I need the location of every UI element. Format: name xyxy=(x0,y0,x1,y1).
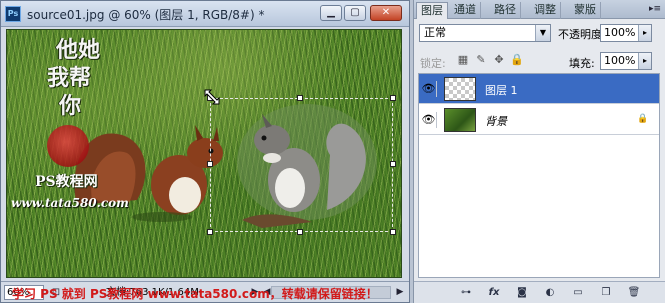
fill-value: 100% xyxy=(604,54,636,67)
tab-channels[interactable]: 通道 xyxy=(450,2,481,19)
tab-masks[interactable]: 蒙版 xyxy=(570,2,601,19)
layer-row-background[interactable]: 👁 背景 🔒 xyxy=(419,105,659,135)
photoshop-app-icon: Ps xyxy=(5,6,21,22)
minimize-button[interactable]: ▁ xyxy=(320,5,342,21)
blend-mode-value: 正常 xyxy=(424,26,446,39)
fx-icon[interactable]: fx xyxy=(486,285,502,301)
watermark-url: www.tata580.com xyxy=(11,196,129,210)
free-transform-box[interactable] xyxy=(207,95,396,235)
maximize-button[interactable]: ▢ xyxy=(344,5,366,21)
document-titlebar[interactable]: Ps source01.jpg @ 60% (图层 1, RGB/8#) * ▁… xyxy=(1,1,409,27)
chevron-right-icon[interactable]: ▸ xyxy=(638,25,651,41)
lock-label: 锁定: xyxy=(420,57,446,70)
transform-handle-top[interactable] xyxy=(297,95,303,101)
transform-handle-bottom-right[interactable] xyxy=(390,229,396,235)
opacity-field[interactable]: 100% ▸ xyxy=(600,24,652,42)
transform-handle-right[interactable] xyxy=(390,161,396,167)
lock-icon[interactable]: 🔒 xyxy=(510,53,524,67)
transform-handle-left[interactable] xyxy=(207,161,213,167)
lock-icon: 🔒 xyxy=(637,114,649,124)
fill-field[interactable]: 100% ▸ xyxy=(600,52,652,70)
layers-list: 👁 图层 1 👁 背景 🔒 xyxy=(418,73,660,278)
image-canvas[interactable]: 他她 我帮 你 PS教程网 www.tata580.com xyxy=(6,29,402,278)
trash-icon[interactable]: 🗑 xyxy=(626,285,642,301)
eye-icon[interactable]: 👁 xyxy=(421,112,437,128)
panel-tab-bar: 图层 通道 路径 调整 蒙版 ▸≡ xyxy=(414,0,665,19)
layer-thumbnail xyxy=(444,77,476,101)
tab-layers[interactable]: 图层 xyxy=(416,2,448,19)
mask-icon[interactable]: ◙ xyxy=(514,285,530,301)
eye-icon[interactable]: 👁 xyxy=(421,81,437,97)
new-layer-icon[interactable]: ❒ xyxy=(598,285,614,301)
opacity-label: 不透明度: xyxy=(558,28,606,41)
scroll-right-icon[interactable]: ▶ xyxy=(394,286,406,299)
panel-menu-icon[interactable]: ▸≡ xyxy=(647,2,663,16)
adjustment-icon[interactable]: ◐ xyxy=(542,285,558,301)
transform-handle-top-right[interactable] xyxy=(390,95,396,101)
lock-transparent-pixels-icon[interactable]: ▦ xyxy=(456,53,470,67)
transform-handle-bottom-left[interactable] xyxy=(207,229,213,235)
tab-adjustments[interactable]: 调整 xyxy=(530,2,561,19)
tab-paths[interactable]: 路径 xyxy=(490,2,521,19)
document-window: Ps source01.jpg @ 60% (图层 1, RGB/8#) * ▁… xyxy=(0,0,410,303)
group-icon[interactable]: ▭ xyxy=(570,285,586,301)
chevron-right-icon[interactable]: ▸ xyxy=(638,53,651,69)
brush-icon[interactable]: ✎ xyxy=(474,53,488,67)
calligraphy-line-3: 你 xyxy=(59,93,82,119)
layers-panel: 图层 通道 路径 调整 蒙版 ▸≡ 正常 ▼ 不透明度: 100% ▸ 锁定: … xyxy=(413,0,665,303)
red-seal-stamp xyxy=(47,125,89,167)
move-icon[interactable]: ✥ xyxy=(492,53,506,67)
link-icon[interactable]: ⊶ xyxy=(458,285,474,301)
fill-label: 填充: xyxy=(569,57,595,70)
chevron-down-icon: ▼ xyxy=(535,25,550,41)
transform-handle-bottom[interactable] xyxy=(297,229,303,235)
footer-watermark: 学习 PS 就到 PS教程网 www.tata580.com，转载请保留链接！ xyxy=(12,287,378,301)
document-title: source01.jpg @ 60% (图层 1, RGB/8#) * xyxy=(27,8,265,22)
watermark-subtitle: PS教程网 xyxy=(35,174,98,190)
layer-row-layer1[interactable]: 👁 图层 1 xyxy=(419,74,659,104)
blend-mode-select[interactable]: 正常 ▼ xyxy=(419,24,551,42)
layer-name[interactable]: 背景 xyxy=(485,113,507,129)
resize-cursor-icon xyxy=(204,89,220,105)
layer-thumbnail xyxy=(444,108,476,132)
layer-name[interactable]: 图层 1 xyxy=(485,82,518,98)
opacity-value: 100% xyxy=(604,26,636,39)
layers-panel-footer: ⊶ fx ◙ ◐ ▭ ❒ 🗑 xyxy=(414,281,665,303)
close-button[interactable]: ✕ xyxy=(370,5,402,21)
